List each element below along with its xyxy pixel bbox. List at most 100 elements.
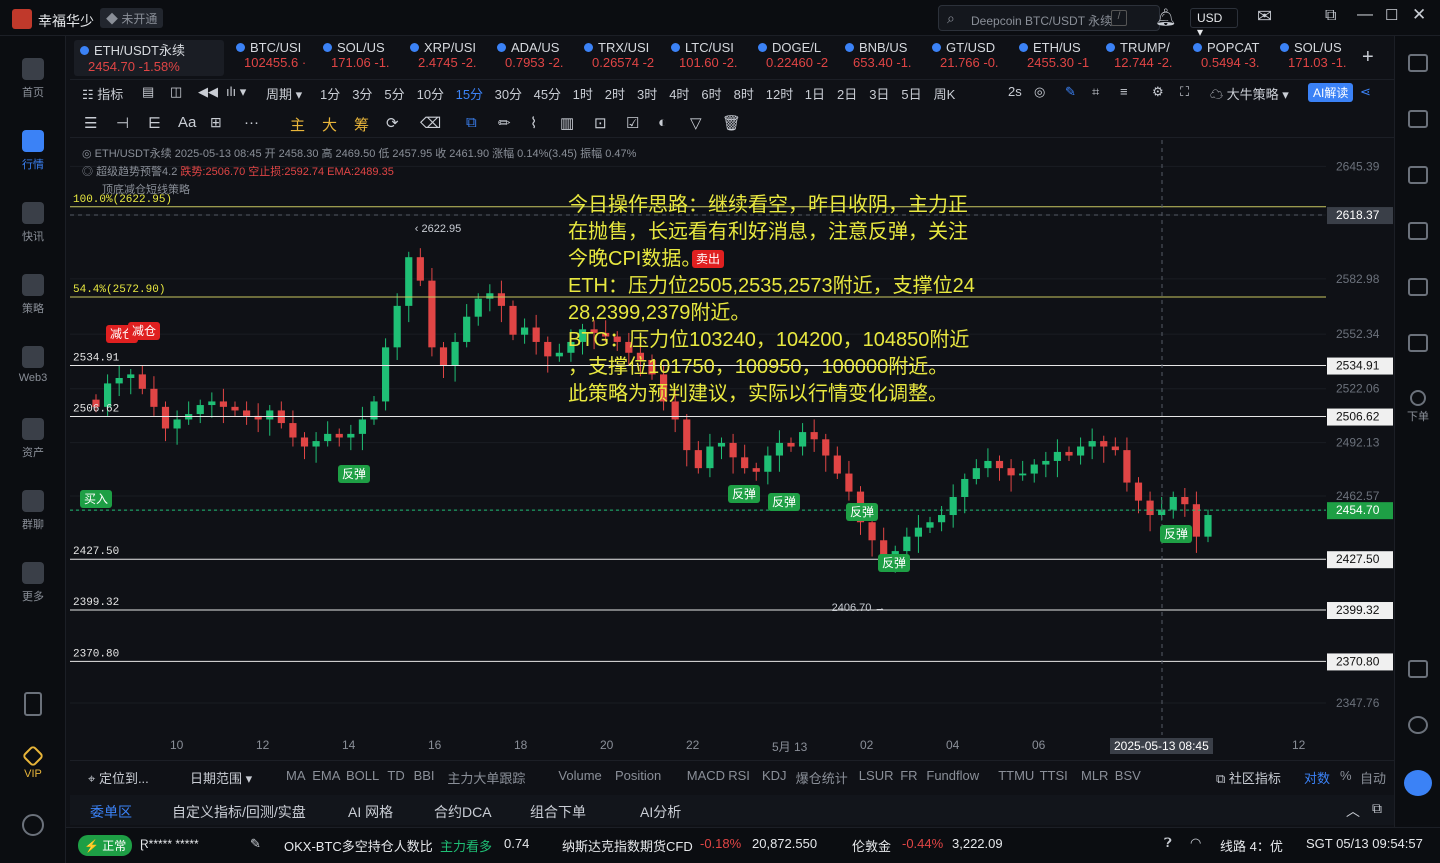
tab-custom-indicators[interactable]: 自定义指标/回测/实盘 [172,802,306,822]
indicator-item[interactable]: 爆仓统计 [796,768,848,787]
sidebar-item-web3[interactable]: Web3 [0,346,66,384]
timeframe-option[interactable]: 3时 [637,84,657,103]
candle-tool-icon[interactable]: ▥ [560,114,574,132]
indicator-item[interactable]: MA [286,768,306,783]
pencil-icon[interactable]: ✏ [498,114,511,132]
dollar-icon[interactable] [1408,166,1428,184]
sidebar-item-more[interactable]: 更多 [0,562,66,604]
ticker-tab[interactable]: SOL/US 171.03 -1. [1274,40,1361,76]
close-icon[interactable]: ✕ [1412,5,1426,25]
tab-contract-dca[interactable]: 合约DCA [434,802,492,822]
date-range-select[interactable]: 日期范围 ▾ [190,768,252,787]
timeframe-option[interactable]: 12时 [766,84,793,103]
copy-icon[interactable]: ⧉ [466,114,477,131]
add-tab-icon[interactable]: + [1362,46,1374,69]
menu-icon[interactable]: ≡ [1120,84,1128,99]
timeframe-option[interactable]: 1分 [320,84,340,103]
indicator-item[interactable]: TTSI [1040,768,1068,783]
timeframe-option[interactable]: 8时 [734,84,754,103]
ticker-tab-active[interactable]: ETH/USDT永续 2454.70 -1.58% [74,40,224,76]
timeframe-option[interactable]: 3日 [869,84,889,103]
sidebar-item-assets[interactable]: 资产 [0,418,66,460]
indicator-button[interactable]: ☷ 指标 [82,84,123,103]
timeframe-option[interactable]: 4时 [669,84,689,103]
indicator-item[interactable]: 主力大单跟踪 [447,768,525,787]
hamburger-icon[interactable]: ☰ [84,114,97,132]
indicator-item[interactable]: KDJ [762,768,787,783]
pen-icon[interactable]: ✎ [1065,84,1076,100]
indicator-item[interactable]: Fundflow [926,768,979,783]
signal-badge[interactable]: 反弹 [728,485,760,503]
headset-icon[interactable] [1408,716,1428,734]
maximize-icon[interactable]: ☐ [1385,6,1398,24]
indicator-item[interactable]: TD [387,768,404,783]
ticker-tab[interactable]: POPCAT 0.5494 -3. [1187,40,1274,76]
route-status[interactable]: 线路 4：优 [1220,836,1283,855]
indicator-item[interactable]: BSV [1115,768,1141,783]
indicator-item[interactable]: EMA [312,768,340,783]
rewind-icon[interactable]: ◀◀ [198,84,218,100]
indicator-item[interactable]: FR [900,768,917,783]
percent-scale-toggle[interactable]: % [1340,768,1352,783]
signal-badge[interactable]: 反弹 [1160,525,1192,543]
timeframe-option[interactable]: 10分 [417,84,444,103]
brush-icon[interactable]: ⌇ [530,114,537,132]
indicator-item[interactable]: RSI [728,768,750,783]
timeframe-option[interactable]: 2时 [605,84,625,103]
sidebar-item-chat[interactable]: 群聊 [0,490,66,532]
signal-badge[interactable]: 反弹 [846,503,878,521]
timeframe-option[interactable]: 2日 [837,84,857,103]
expand-icon[interactable]: ⧉ [1372,800,1382,817]
refresh-icon[interactable]: ⟳ [386,114,399,132]
mail-icon[interactable]: ✉ [1257,6,1272,27]
indicator-item[interactable]: Position [615,768,661,783]
tab-orders[interactable]: 委单区 [90,802,132,822]
sidebar-item-strategy[interactable]: 策略 [0,274,66,316]
sidebar-item-vip[interactable]: VIP [0,744,66,780]
interval-select[interactable]: 2s [1008,84,1022,99]
help-icon[interactable]: ❓︎ [1164,835,1172,851]
crop-icon[interactable]: ⌗ [1092,84,1099,100]
ticker-tab[interactable]: XRP/USI 2.4745 -2. [404,40,491,76]
gear-icon[interactable]: ⚙ [1152,84,1164,100]
chart-area[interactable]: 100.0%(2622.95) 54.4%(2572.90) 2534.91 2506… [70,140,1394,735]
big-order-toggle[interactable]: 大 [322,114,337,135]
signal-badge[interactable]: 反弹 [878,554,910,572]
indicator-item[interactable]: BBI [414,768,435,783]
ticker-tab[interactable]: SOL/US 171.06 -1. [317,40,404,76]
camera-icon[interactable]: ◎ [1034,84,1045,100]
horizontal-line-icon[interactable]: ⊣ [116,114,129,132]
ai-interpret-button[interactable]: AI解读 [1308,83,1354,102]
document-icon[interactable] [1408,110,1428,128]
more-icon[interactable]: ··· [244,114,259,131]
layout-icon[interactable] [1408,660,1428,678]
ruler-icon[interactable]: ⊞ [210,114,222,131]
strategy-select[interactable]: ☁ 大牛策略 ▾ [1210,84,1289,103]
order-button[interactable]: 下单 [1403,390,1433,424]
timeframe-option[interactable]: 6时 [701,84,721,103]
indicator-item[interactable]: BOLL [346,768,379,783]
assistant-avatar-icon[interactable] [1404,770,1432,796]
indicator-item[interactable]: MLR [1081,768,1108,783]
ticker-tab[interactable]: GT/USD 21.766 -0. [926,40,1013,76]
bell-icon[interactable]: 🔔︎ [1155,8,1177,28]
timeframe-option[interactable]: 15分 [456,84,483,103]
signal-badge[interactable]: 反弹 [338,465,370,483]
signal-badge[interactable]: 买入 [80,490,112,508]
fullscreen-icon[interactable]: ⛶ [1180,84,1189,100]
monitor-icon[interactable] [1408,278,1428,296]
tab-ai-grid[interactable]: AI 网格 [348,802,393,822]
community-indicator-button[interactable]: ⧉ 社区指标 [1216,768,1281,787]
timeframe-option[interactable]: 5日 [901,84,921,103]
main-chart-toggle[interactable]: 主 [290,114,305,135]
lock-icon[interactable]: ⊡ [594,114,607,132]
popout-icon[interactable]: ⧉ [1325,7,1336,25]
tab-combo-order[interactable]: 组合下单 [530,802,586,822]
indicator-item[interactable]: MACD [687,768,725,783]
signal-badge[interactable]: 反弹 [768,493,800,511]
ticker-tab[interactable]: TRX/USI 0.26574 -2 [578,40,665,76]
timeframe-option[interactable]: 45分 [534,84,561,103]
timeframe-option[interactable]: 3分 [352,84,372,103]
indicator-item[interactable]: LSUR [859,768,894,783]
minimize-icon[interactable]: — [1357,6,1373,24]
